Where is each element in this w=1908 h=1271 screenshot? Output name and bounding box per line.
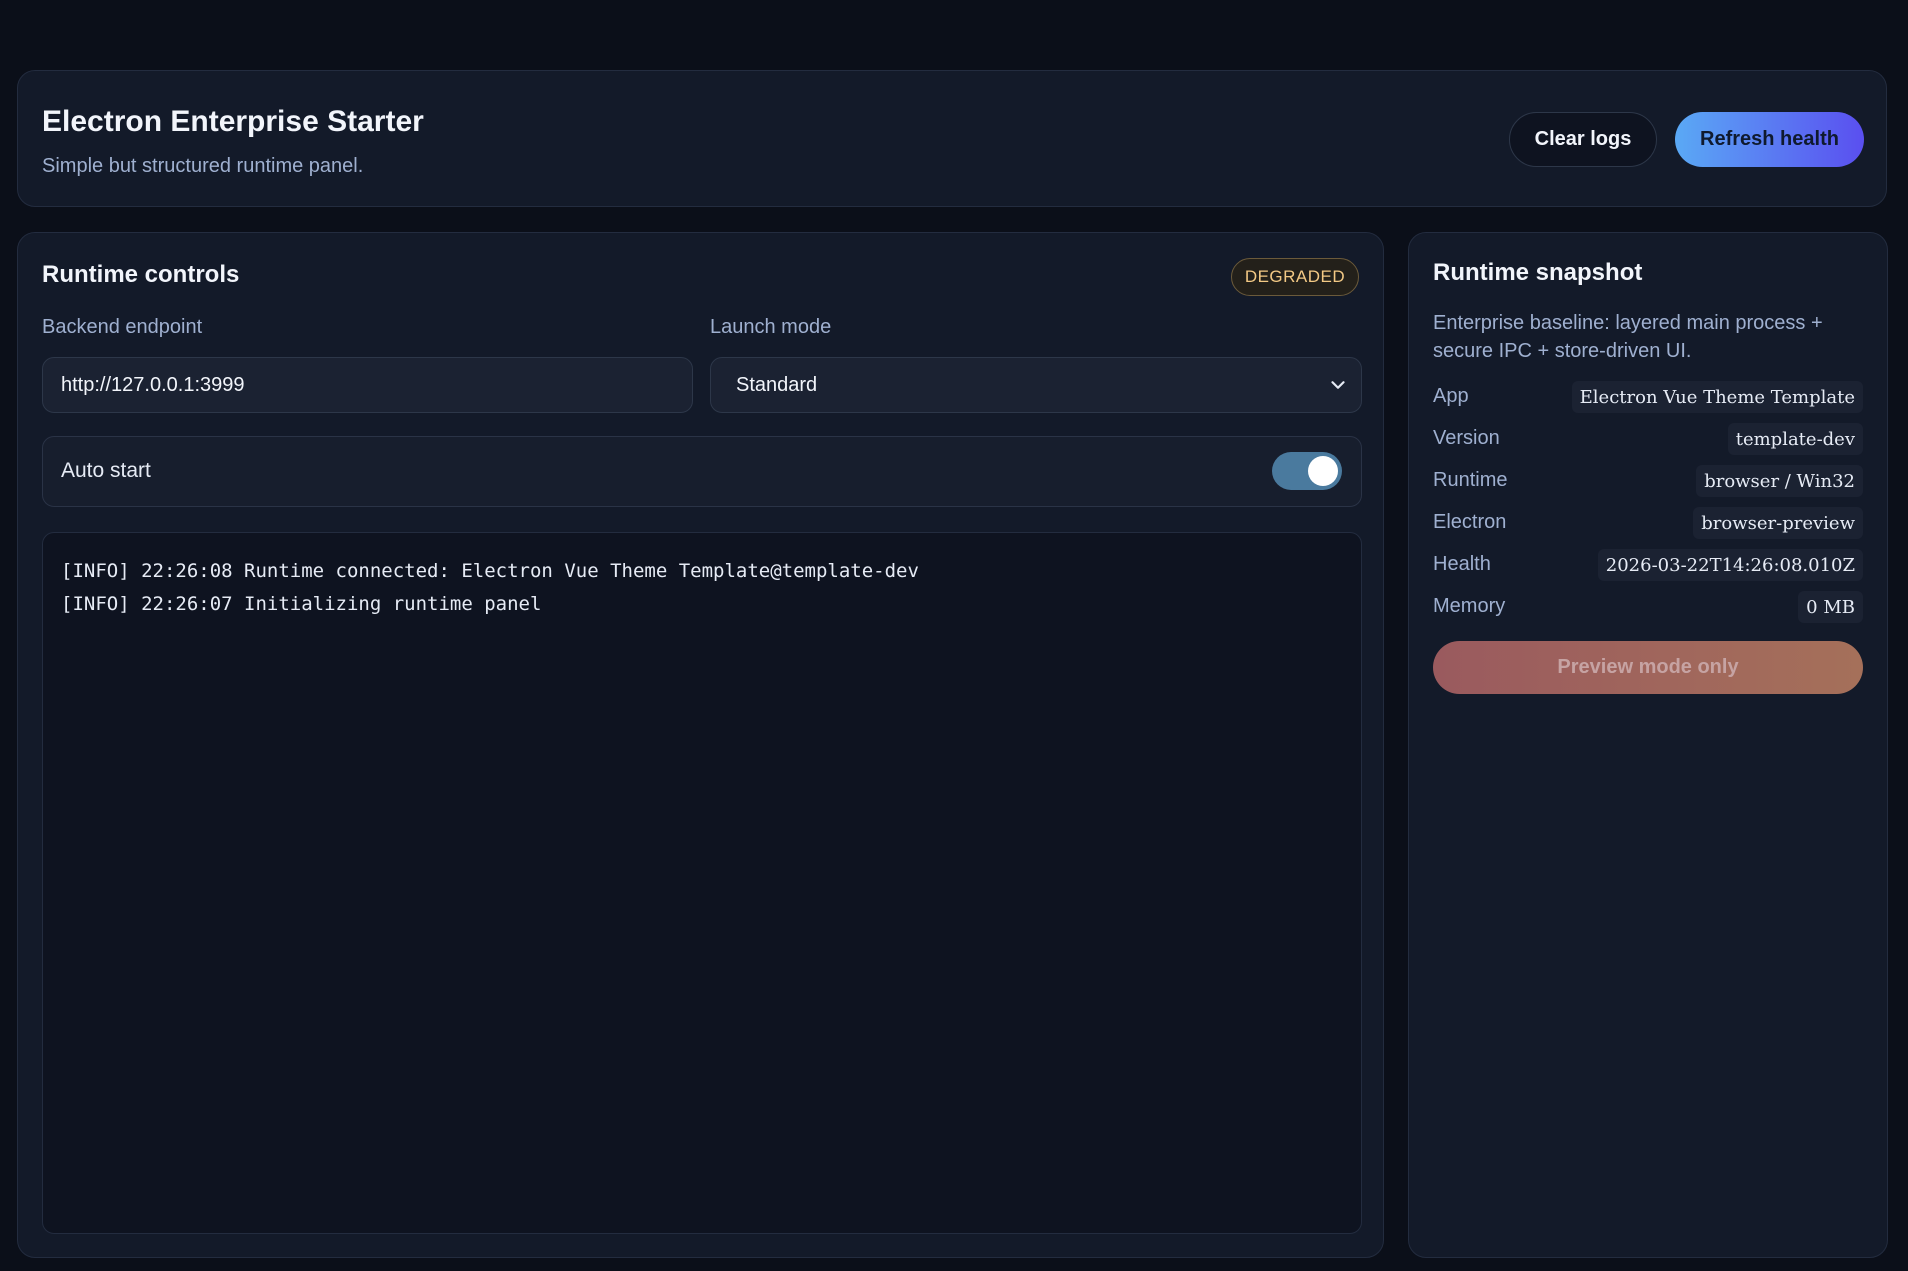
snapshot-row-health: Health 2026-03-22T14:26:08.010Z	[1433, 549, 1863, 581]
chevron-down-icon	[1331, 381, 1345, 389]
snapshot-row-app: App Electron Vue Theme Template	[1433, 381, 1863, 413]
snapshot-value: Electron Vue Theme Template	[1571, 381, 1863, 413]
snapshot-row-version: Version template-dev	[1433, 423, 1863, 455]
snapshot-value: template-dev	[1727, 423, 1863, 455]
snapshot-key: Health	[1433, 553, 1491, 575]
launch-mode-select[interactable]: Standard	[710, 357, 1362, 413]
runtime-controls-panel: Runtime controls DEGRADED Backend endpoi…	[17, 232, 1384, 1258]
backend-endpoint-input[interactable]: http://127.0.0.1:3999	[42, 357, 693, 413]
auto-start-label: Auto start	[61, 459, 151, 482]
auto-start-row: Auto start	[42, 436, 1362, 507]
snapshot-key: Electron	[1433, 511, 1507, 533]
launch-mode-label: Launch mode	[710, 316, 832, 338]
app-title: Electron Enterprise Starter	[42, 105, 424, 138]
status-badge: DEGRADED	[1231, 258, 1359, 296]
log-output: [INFO] 22:26:08 Runtime connected: Elect…	[42, 532, 1362, 1234]
snapshot-key: Version	[1433, 427, 1500, 449]
app-header: Electron Enterprise Starter Simple but s…	[17, 70, 1887, 207]
runtime-snapshot-title: Runtime snapshot	[1433, 259, 1643, 286]
snapshot-key: App	[1433, 385, 1469, 407]
toggle-knob	[1308, 456, 1338, 486]
log-line: [INFO] 22:26:08 Runtime connected: Elect…	[61, 560, 919, 582]
runtime-snapshot-panel: Runtime snapshot Enterprise baseline: la…	[1408, 232, 1888, 1258]
preview-mode-button[interactable]: Preview mode only	[1433, 641, 1863, 694]
refresh-health-button[interactable]: Refresh health	[1675, 112, 1864, 167]
snapshot-key: Runtime	[1433, 469, 1508, 491]
snapshot-value: 0 MB	[1798, 591, 1863, 623]
log-line: [INFO] 22:26:07 Initializing runtime pan…	[61, 593, 542, 615]
snapshot-row-memory: Memory 0 MB	[1433, 591, 1863, 623]
backend-endpoint-label: Backend endpoint	[42, 316, 203, 338]
snapshot-value: 2026-03-22T14:26:08.010Z	[1597, 549, 1863, 581]
snapshot-row-runtime: Runtime browser / Win32	[1433, 465, 1863, 497]
runtime-controls-title: Runtime controls	[42, 261, 240, 288]
app-subtitle: Simple but structured runtime panel.	[42, 155, 364, 177]
clear-logs-button[interactable]: Clear logs	[1509, 112, 1657, 167]
auto-start-toggle[interactable]	[1272, 452, 1342, 490]
snapshot-key: Memory	[1433, 595, 1506, 617]
backend-endpoint-value: http://127.0.0.1:3999	[61, 373, 245, 396]
snapshot-row-electron: Electron browser-preview	[1433, 507, 1863, 539]
snapshot-value: browser-preview	[1693, 507, 1863, 539]
snapshot-description: Enterprise baseline: layered main proces…	[1433, 312, 1823, 362]
snapshot-value: browser / Win32	[1696, 465, 1863, 497]
launch-mode-value: Standard	[736, 373, 818, 396]
